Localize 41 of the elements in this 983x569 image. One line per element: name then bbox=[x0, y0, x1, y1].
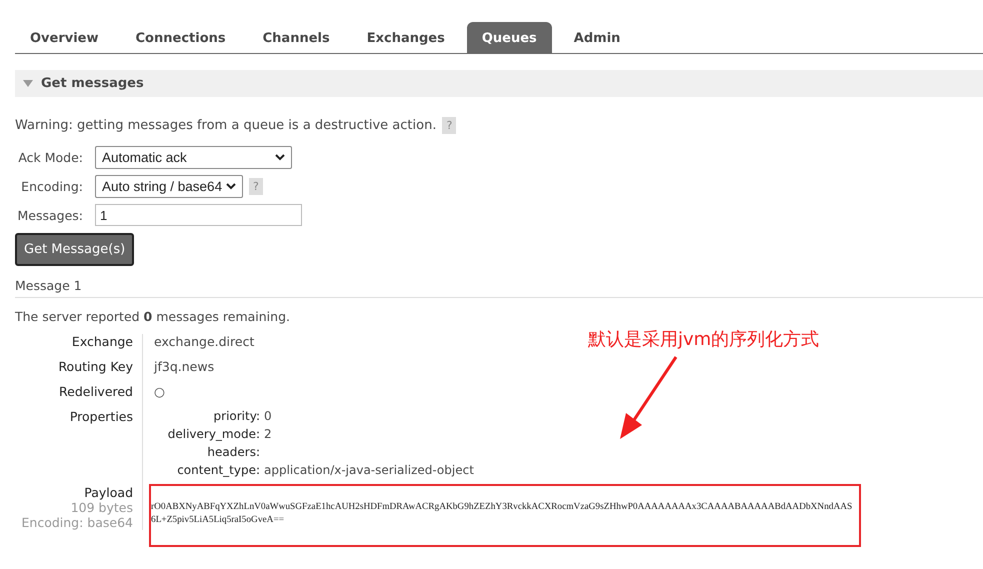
field-value: jf3q.news bbox=[154, 359, 214, 374]
triangle-icon bbox=[23, 80, 33, 88]
nav-tab[interactable]: Admin bbox=[558, 22, 636, 53]
ack-mode-label: Ack Mode: bbox=[17, 150, 84, 165]
nav-tab[interactable]: Exchanges bbox=[352, 22, 460, 53]
nav-tab[interactable]: Channels bbox=[248, 22, 345, 53]
nav-tab[interactable]: Connections bbox=[120, 22, 241, 53]
encoding-select[interactable]: Auto string / base64 bbox=[95, 175, 243, 198]
field-label: Routing Key bbox=[58, 359, 133, 374]
section-header[interactable]: Get messages bbox=[15, 70, 983, 97]
properties-label: Properties bbox=[70, 409, 133, 424]
message-heading: Message 1 bbox=[15, 278, 983, 298]
get-messages-button[interactable]: Get Message(s) bbox=[15, 233, 134, 266]
annotation-text: 默认是采用jvm的序列化方式 bbox=[588, 328, 820, 351]
field-value: exchange.direct bbox=[154, 334, 254, 349]
property-value: application/x-java-serialized-object bbox=[264, 463, 475, 477]
property-key: delivery_mode: bbox=[154, 427, 260, 441]
chevron-down-icon bbox=[275, 154, 285, 161]
property-key: headers: bbox=[154, 445, 260, 459]
ack-mode-select[interactable]: Automatic ack bbox=[95, 146, 292, 169]
chevron-down-icon bbox=[226, 183, 236, 190]
remaining-text: The server reported 0 messages remaining. bbox=[15, 309, 291, 324]
payload-encoding: Encoding: base64 bbox=[22, 515, 133, 530]
property-key: priority: bbox=[154, 409, 260, 423]
nav-tab[interactable]: Overview bbox=[15, 22, 114, 53]
arrow-icon bbox=[618, 355, 680, 440]
warning-text: Warning: getting messages from a queue is a destructive action. bbox=[15, 118, 436, 133]
messages-field[interactable]: 1 bbox=[95, 204, 302, 226]
property-value: 2 bbox=[264, 427, 273, 441]
messages-label: Messages: bbox=[16, 208, 84, 222]
property-key: content_type: bbox=[154, 463, 260, 477]
field-label: Exchange bbox=[72, 334, 133, 349]
payload-text: rO0ABXNyABFqYXZhLnV0aWwuSGFzaE1hcAUH2sHDFmDRAwACRgAKbG9hZEZhY3RvckkACXRocmVzaG9sZHhwP0AAAAAAAAx3CAAAABAAAAABdAADbXNndAAS 6L+Z5piv5LiA5Liq5raI5oGveA== bbox=[151, 501, 854, 527]
field-value: ○ bbox=[154, 384, 165, 399]
payload-size: 109 bytes bbox=[70, 500, 133, 515]
section-title: Get messages bbox=[41, 76, 144, 91]
payload-label: Payload bbox=[84, 485, 133, 500]
property-value: 0 bbox=[264, 409, 273, 423]
encoding-label: Encoding: bbox=[20, 179, 84, 194]
nav-tab[interactable]: Queues bbox=[466, 22, 552, 53]
field-label: Redelivered bbox=[59, 384, 133, 399]
